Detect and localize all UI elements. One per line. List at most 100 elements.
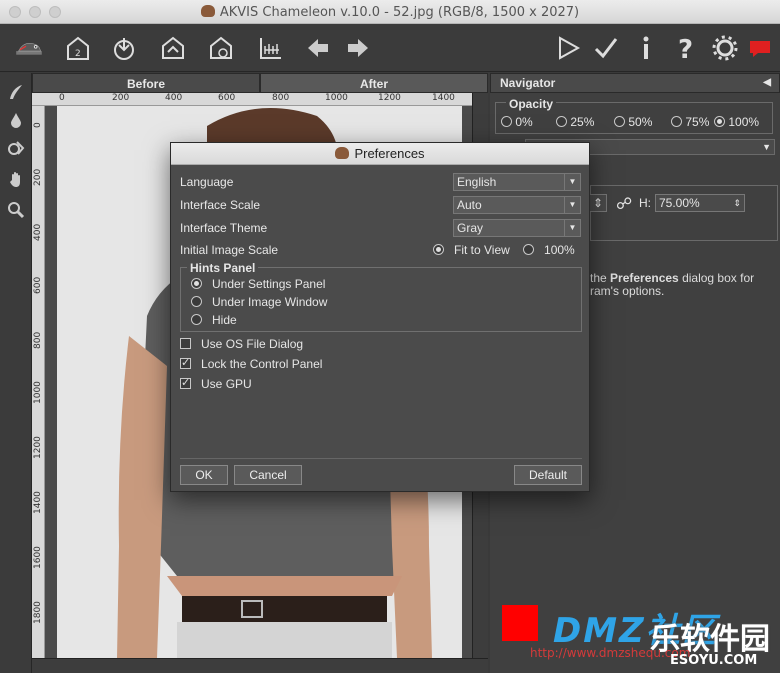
interface-theme-label: Interface Theme xyxy=(180,221,268,235)
hint-text: the Preferences dialog box for ram's opt… xyxy=(590,272,770,298)
ruler-tick-label: 1000 xyxy=(33,381,43,404)
help-icon[interactable]: ? xyxy=(670,32,702,64)
ok-button[interactable]: OK xyxy=(180,465,228,485)
chevron-down-icon: ▼ xyxy=(564,174,580,190)
settings-icon[interactable] xyxy=(709,32,741,64)
fit-to-view-label: Fit to View xyxy=(454,243,510,257)
main-toolbar: 2 ? xyxy=(0,24,780,72)
height-stepper[interactable]: 75.00% ⇕ xyxy=(655,194,745,212)
checkbox-checked-icon xyxy=(180,356,191,369)
chevron-down-icon: ▼ xyxy=(564,197,580,213)
info-icon[interactable] xyxy=(630,32,662,64)
stepper-arrows-icon[interactable]: ⇕ xyxy=(733,195,741,211)
watermark-url: http://www.dmzshequ.com xyxy=(530,646,691,660)
hint-text-part: the xyxy=(590,271,611,285)
preferences-dialog: Preferences Language English ▼ Interface … xyxy=(170,142,590,492)
opacity-option-label: 75% xyxy=(685,115,710,129)
hints-option-label: Under Settings Panel xyxy=(212,277,326,291)
hints-under-settings-radio[interactable]: Under Settings Panel xyxy=(191,277,325,291)
dialog-title-bar: Preferences xyxy=(171,143,589,165)
window-title-text: AKVIS Chameleon v.10.0 - 52.jpg (RGB/8, … xyxy=(219,5,580,20)
hints-option-label: Under Image Window xyxy=(212,295,328,309)
cancel-button[interactable]: Cancel xyxy=(234,465,302,485)
interface-scale-select[interactable]: Auto ▼ xyxy=(453,196,581,214)
svg-text:?: ? xyxy=(678,35,693,62)
fit-to-view-radio[interactable]: Fit to View xyxy=(433,243,510,257)
ruler-left: 0 200 400 600 800 1000 1200 1400 1600 18… xyxy=(32,106,45,658)
opacity-option-50[interactable]: 50% xyxy=(614,115,652,129)
opacity-option-0[interactable]: 0% xyxy=(501,115,533,129)
ruler-tick-label: 1600 xyxy=(33,546,43,569)
chevron-down-icon: ▼ xyxy=(564,220,580,236)
eraser-tool-icon[interactable] xyxy=(5,137,27,159)
checkbox-icon xyxy=(180,338,191,349)
use-os-file-dialog-checkbox[interactable]: Use OS File Dialog xyxy=(180,337,303,351)
scale-100-radio[interactable]: 100% xyxy=(523,243,575,257)
feedback-icon[interactable] xyxy=(744,32,776,64)
watermark-brand-text: DMZ xyxy=(553,611,646,651)
hints-panel-title: Hints Panel xyxy=(187,261,259,275)
radio-icon xyxy=(191,296,202,307)
title-bar: AKVIS Chameleon v.10.0 - 52.jpg (RGB/8, … xyxy=(0,0,780,24)
chevron-down-icon: ▼ xyxy=(762,142,771,152)
drop-tool-icon[interactable] xyxy=(5,109,27,131)
ruler-tick-label: 1000 xyxy=(325,93,348,103)
ruler-tick-label: 600 xyxy=(33,276,43,294)
ruler-tick-label: 1200 xyxy=(33,436,43,459)
dialog-title: Preferences xyxy=(354,146,425,161)
checkbox-label: Lock the Control Panel xyxy=(201,357,323,371)
horizontal-scrollbar[interactable] xyxy=(32,658,488,673)
print-icon[interactable] xyxy=(205,32,237,64)
ruler-top: 0 200 400 600 800 1000 1200 1400 xyxy=(32,93,472,106)
hand-tool-icon[interactable] xyxy=(5,169,27,191)
redo-arrow-icon[interactable] xyxy=(342,32,374,64)
ruler-tick-label: 0 xyxy=(59,93,65,103)
lock-control-panel-checkbox[interactable]: Lock the Control Panel xyxy=(180,356,323,371)
open-file-icon[interactable] xyxy=(108,32,140,64)
interface-theme-value: Gray xyxy=(457,221,484,235)
save-file-icon[interactable] xyxy=(157,32,189,64)
default-button[interactable]: Default xyxy=(514,465,582,485)
hints-hide-radio[interactable]: Hide xyxy=(191,313,237,327)
ruler-tick-label: 1200 xyxy=(378,93,401,103)
opacity-option-75[interactable]: 75% xyxy=(671,115,709,129)
checkbox-label: Use OS File Dialog xyxy=(201,337,304,351)
link-icon[interactable]: ☍ xyxy=(616,194,632,214)
hint-text-bold: Preferences xyxy=(610,271,679,285)
brush-tool-icon[interactable] xyxy=(5,81,27,103)
run-icon[interactable] xyxy=(552,32,584,64)
app-logo-icon xyxy=(200,5,215,17)
width-stepper[interactable]: ⇕ xyxy=(589,194,607,212)
undo-arrow-icon[interactable] xyxy=(302,32,334,64)
radio-icon xyxy=(501,116,512,127)
interface-theme-select[interactable]: Gray ▼ xyxy=(453,219,581,237)
language-select[interactable]: English ▼ xyxy=(453,173,581,191)
radio-icon xyxy=(556,116,567,127)
use-gpu-checkbox[interactable]: Use GPU xyxy=(180,376,252,391)
ruler-grid-icon[interactable] xyxy=(254,32,286,64)
ruler-tick-label: 400 xyxy=(33,223,43,241)
opacity-option-100[interactable]: 100% xyxy=(714,115,759,129)
ruler-tick-label: 1400 xyxy=(33,491,43,514)
opacity-option-label: 25% xyxy=(570,115,595,129)
opacity-option-label: 0% xyxy=(515,115,533,129)
ruler-tick-label: 200 xyxy=(112,93,130,103)
tab-before[interactable]: Before xyxy=(32,73,260,93)
new-file-icon[interactable]: 2 xyxy=(62,32,94,64)
navigator-header[interactable]: Navigator ◀ xyxy=(490,73,780,93)
ruler-tick-label: 400 xyxy=(165,93,183,103)
tab-after[interactable]: After xyxy=(260,73,488,93)
apply-icon[interactable] xyxy=(590,32,622,64)
radio-icon xyxy=(614,116,625,127)
hints-under-image-radio[interactable]: Under Image Window xyxy=(191,295,327,309)
opacity-label: Opacity xyxy=(506,97,557,111)
navigator-title: Navigator xyxy=(500,76,556,90)
window-title: AKVIS Chameleon v.10.0 - 52.jpg (RGB/8, … xyxy=(0,5,780,20)
interface-scale-value: Auto xyxy=(457,198,482,212)
scale-settings-box: ⇕ ☍ H: 75.00% ⇕ xyxy=(589,185,778,241)
opacity-option-25[interactable]: 25% xyxy=(556,115,594,129)
hint-text-part: dialog box for xyxy=(678,271,755,285)
hints-panel-group: Hints Panel Under Settings Panel Under I… xyxy=(180,261,582,332)
zoom-tool-icon[interactable] xyxy=(5,199,27,221)
collapse-arrow-icon[interactable]: ◀ xyxy=(763,74,771,92)
